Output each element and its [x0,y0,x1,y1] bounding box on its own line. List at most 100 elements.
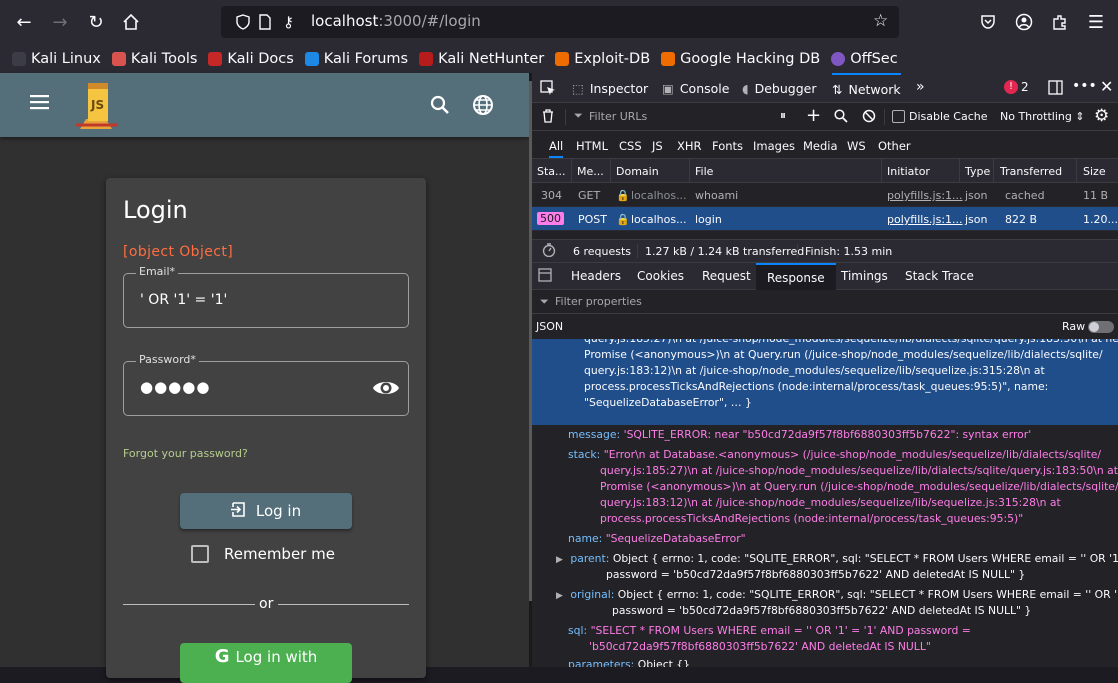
json-row-original[interactable]: ▶ original: Object { errno: 1, code: "SQ… [556,587,1118,604]
tab-response[interactable]: Response [756,263,836,290]
or-text: or [259,596,274,612]
expand-arrow-icon[interactable]: ▶ [556,555,563,565]
json-row-name[interactable]: name: "SequelizeDatabaseError" [568,531,746,547]
bookmark-google-hacking-db[interactable]: Google Hacking DB [661,51,820,67]
nethunter-icon [419,51,434,66]
reload-icon[interactable]: ↻ [84,10,108,34]
json-row-sql[interactable]: sql: "SELECT * FROM Users WHERE email = … [568,623,971,639]
type-filter-xhr[interactable]: XHR [677,139,702,153]
col-domain[interactable]: Domain [616,165,659,178]
selected-json-row[interactable]: query.js:185:27)\n at /juice-shop/node_m… [532,339,1118,425]
tab-stack-trace[interactable]: Stack Trace [905,269,974,283]
col-method[interactable]: Me... [577,165,604,178]
row-initiator[interactable]: polyfills.js:1... [887,213,963,226]
forgot-password-link[interactable]: Forgot your password? [123,447,248,460]
menu-icon[interactable]: ☰ [1084,10,1108,34]
bookmark-kali-forums[interactable]: Kali Forums [304,51,408,67]
filter-properties-input[interactable]: Filter properties [555,295,642,308]
type-filter-html[interactable]: HTML [576,139,608,153]
col-status[interactable]: Sta... [537,165,566,178]
response-panel-tabs: Headers Cookies Request Response Timings… [532,263,1118,290]
type-filter-fonts[interactable]: Fonts [712,139,743,153]
tab-headers[interactable]: Headers [571,269,621,283]
bookmark-kali-nethunter[interactable]: Kali NetHunter [419,51,544,67]
json-row-stack[interactable]: stack: "Error\n at Database.<anonymous> … [568,447,1101,463]
col-transferred[interactable]: Transferred [1000,165,1062,178]
language-globe-icon[interactable] [472,94,494,120]
tab-inspector[interactable]: ⬚ Inspector [572,73,648,103]
type-filter-ws[interactable]: WS [847,139,866,153]
remember-me-checkbox[interactable] [191,545,209,563]
email-input-value[interactable]: ' OR '1' = '1' [140,292,227,308]
type-filter-media[interactable]: Media [803,139,838,153]
type-filter-js[interactable]: JS [652,139,663,153]
url-bar[interactable]: ⚷ localhost:3000/#/login ☆ [221,6,899,38]
email-field[interactable]: Email* ' OR '1' = '1' [123,265,409,328]
close-devtools-icon[interactable]: ✕ [1100,77,1113,96]
login-button[interactable]: Log in [180,493,352,529]
tab-cookies[interactable]: Cookies [637,269,684,283]
add-icon[interactable]: + [806,105,821,126]
juice-shop-logo[interactable]: JS [72,79,122,137]
json-row-parent[interactable]: ▶ parent: Object { errno: 1, code: "SQLI… [556,551,1118,568]
throttling-select[interactable]: No Throttling ⇕ [1000,110,1085,123]
key-icon[interactable]: ⚷ [283,13,294,31]
tab-timings[interactable]: Timings [841,269,888,283]
bookmark-star-icon[interactable]: ☆ [873,11,888,31]
dock-side-icon[interactable] [1048,80,1063,98]
shield-icon[interactable] [235,14,251,34]
pocket-icon[interactable] [976,10,1000,34]
back-icon[interactable]: ← [12,10,36,34]
table-row[interactable]: 304 GET 🔒 localhos... whoami polyfills.j… [532,183,1118,207]
trash-icon[interactable] [542,109,554,126]
network-settings-gear-icon[interactable]: ⚙ [1094,106,1109,126]
raw-toggle-knob [1089,322,1099,332]
tab-network[interactable]: ⇅ Network [832,73,901,103]
hamburger-menu-icon[interactable] [30,95,49,114]
bookmark-label: Google Hacking DB [680,50,821,67]
bookmark-offsec[interactable]: OffSec [831,51,898,67]
bookmark-kali-tools[interactable]: Kali Tools [111,51,197,67]
more-options-icon[interactable]: ••• [1072,78,1097,94]
type-filter-images[interactable]: Images [753,139,795,153]
password-input-value[interactable]: ●●●●● [140,378,210,396]
type-filter-css[interactable]: CSS [619,139,642,153]
json-line: password = 'b50cd72da9f57f8bf6880303ff5b… [606,568,1026,581]
col-type[interactable]: Type [965,165,990,178]
json-row-parameters[interactable]: parameters: Object {} [568,657,690,667]
google-login-button[interactable]: G Log in with [180,643,352,683]
raw-toggle[interactable] [1088,321,1114,333]
password-field[interactable]: Password* ●●●●● [123,353,409,416]
bookmark-kali-linux[interactable]: Kali Linux [12,51,101,67]
extensions-icon[interactable] [1048,10,1072,34]
table-row[interactable]: 500 POST 🔒 localhos... login polyfills.j… [532,207,1118,231]
forward-icon[interactable]: → [48,10,72,34]
tab-console[interactable]: ▣ Console [662,73,729,103]
error-icon[interactable]: ! [1004,80,1018,94]
type-filter-other[interactable]: Other [878,139,911,153]
more-tabs-icon[interactable]: » [916,79,925,95]
show-password-eye-icon[interactable] [372,377,400,403]
search-requests-icon[interactable] [834,109,848,126]
type-filter-all[interactable]: All [549,139,564,158]
json-row-message[interactable]: message: 'SQLITE_ERROR: near "b50cd72da9… [568,427,1031,443]
sidebar-toggle-icon[interactable] [538,268,552,285]
col-file[interactable]: File [695,165,713,178]
pause-icon[interactable]: ⏸ [780,108,786,123]
expand-arrow-icon[interactable]: ▶ [556,591,563,601]
search-icon[interactable] [430,95,450,119]
row-initiator[interactable]: polyfills.js:1... [887,189,963,202]
account-icon[interactable] [1012,10,1036,34]
element-picker-icon[interactable] [540,80,556,99]
disable-cache-checkbox[interactable] [892,110,905,123]
block-icon[interactable] [862,109,876,126]
col-initiator[interactable]: Initiator [887,165,930,178]
home-icon[interactable] [119,10,143,34]
bookmark-exploit-db[interactable]: Exploit-DB [555,51,650,67]
bookmark-kali-docs[interactable]: Kali Docs [208,51,294,67]
col-size[interactable]: Size [1083,165,1106,178]
tab-debugger[interactable]: ◖ Debugger [742,73,816,103]
filter-urls-input[interactable]: Filter URLs [589,110,647,123]
tab-request[interactable]: Request [702,269,751,283]
url-text[interactable]: localhost:3000/#/login [311,12,481,30]
